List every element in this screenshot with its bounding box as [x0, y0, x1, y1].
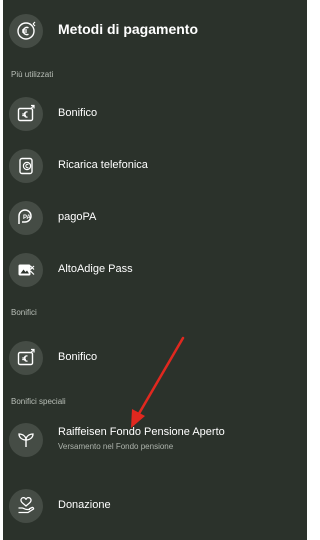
list-item-label: pagoPA	[58, 211, 97, 223]
section-label-transfers: Bonifici	[11, 308, 37, 317]
sprout-icon	[9, 423, 43, 457]
section-label-special-transfers: Bonifici speciali	[11, 397, 66, 406]
list-item-bonifico[interactable]: Bonifico	[3, 90, 307, 138]
list-item-label: Donazione	[58, 499, 111, 511]
page-title: Metodi di pagamento	[58, 21, 198, 37]
list-item-bonifico-2[interactable]: Bonifico	[3, 334, 307, 382]
euro-transfer-icon[interactable]	[9, 14, 43, 48]
list-item-label: Raiffeisen Fondo Pensione Aperto	[58, 426, 225, 438]
list-item-raiffeisen-fondo-pensione[interactable]: Raiffeisen Fondo Pensione Aperto Versame…	[3, 416, 307, 464]
list-item-sublabel: Versamento nel Fondo pensione	[58, 442, 174, 451]
list-item-label: Bonifico	[58, 107, 98, 119]
phone-topup-icon	[9, 149, 43, 183]
altoadige-pass-icon	[9, 253, 43, 287]
pagopa-icon: PA	[9, 201, 43, 235]
list-item-ricarica-telefonica[interactable]: Ricarica telefonica	[3, 142, 307, 190]
heart-hand-icon	[9, 489, 43, 523]
header: Metodi di pagamento	[3, 0, 307, 58]
list-item-altoadige-pass[interactable]: AltoAdige Pass	[3, 246, 307, 294]
svg-text:PA: PA	[23, 215, 32, 221]
list-item-pagopa[interactable]: PA pagoPA	[3, 194, 307, 242]
payment-methods-panel: Metodi di pagamento Più utilizzati Bonif…	[3, 0, 307, 540]
list-item-label: Bonifico	[58, 351, 98, 363]
section-label-most-used: Più utilizzati	[11, 70, 54, 79]
bank-transfer-icon	[9, 97, 43, 131]
list-item-label: Ricarica telefonica	[58, 159, 148, 171]
list-item-donazione[interactable]: Donazione	[3, 482, 307, 530]
bank-transfer-icon	[9, 341, 43, 375]
list-item-label: AltoAdige Pass	[58, 263, 133, 275]
